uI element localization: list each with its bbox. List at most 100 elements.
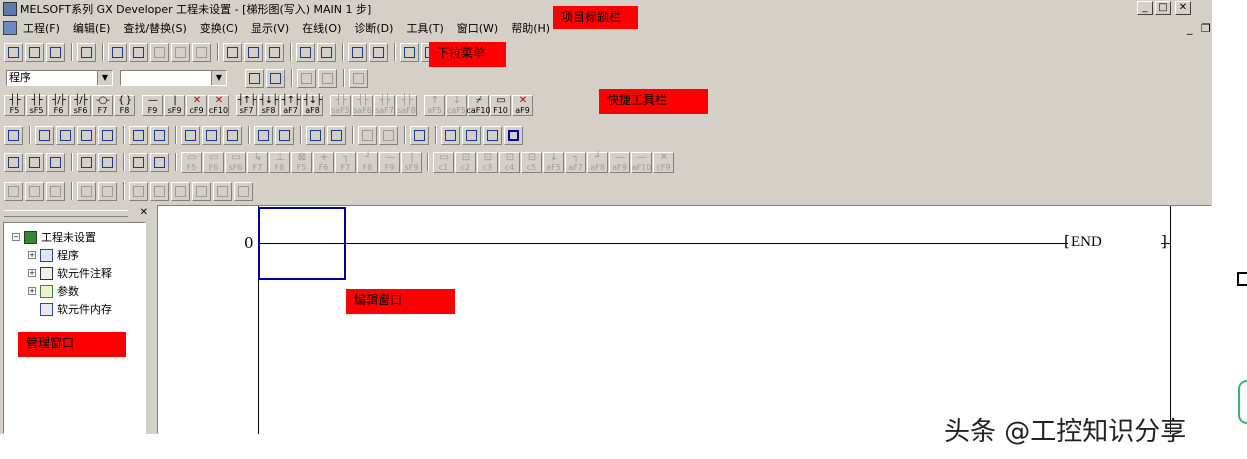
tree-item-device-comment[interactable]: + 软元件注释 <box>28 265 112 281</box>
project-tree-button[interactable] <box>266 68 285 88</box>
fkey-af8[interactable]: ┘ aF8 <box>587 151 608 173</box>
key-saf8[interactable]: ┤├ saF8 <box>396 95 417 116</box>
list-mode-button[interactable] <box>349 68 368 88</box>
device-batch-button[interactable] <box>98 125 117 145</box>
menu-find-replace[interactable]: 查找/替换(S) <box>123 20 186 36</box>
cut-button[interactable] <box>108 42 127 62</box>
fkey-f7b[interactable]: ┐ F7 <box>335 151 356 173</box>
menu-convert[interactable]: 变换(C) <box>200 20 238 36</box>
zoom-in-button[interactable] <box>348 42 367 62</box>
transfer-button[interactable] <box>56 125 75 145</box>
align-right-button[interactable] <box>192 181 211 201</box>
close-pane-icon[interactable]: ✕ <box>140 207 148 218</box>
key-saf7[interactable]: ┤├ saF7 <box>374 95 395 116</box>
find-device-button[interactable] <box>223 42 242 62</box>
key-caf5[interactable]: ↓ caF5 <box>446 95 467 116</box>
fkey-f5b[interactable]: ⊠ F5 <box>291 151 312 173</box>
tree-item-program[interactable]: + 程序 <box>28 247 79 263</box>
key-af5[interactable]: ↑ aF5 <box>424 95 445 116</box>
block-button[interactable] <box>129 152 148 172</box>
comment-button[interactable] <box>4 125 23 145</box>
tree-item-device-memory[interactable]: 软元件内存 <box>40 301 112 317</box>
key-rising-edge[interactable]: ┤↑├ sF7 <box>236 95 257 116</box>
test-button[interactable] <box>306 125 325 145</box>
fkey-c5[interactable]: ⊡ c5 <box>521 151 542 173</box>
timing-button[interactable] <box>327 125 346 145</box>
box-button[interactable] <box>504 125 523 145</box>
chevron-down-icon[interactable]: ▼ <box>211 71 226 85</box>
key-delete-horizontal[interactable]: ✕ cF9 <box>186 95 207 116</box>
device-memory-button[interactable] <box>254 125 273 145</box>
key-caf10[interactable]: ⌿ caF10 <box>466 95 491 116</box>
find-button[interactable] <box>410 125 429 145</box>
print-button[interactable] <box>77 42 96 62</box>
read-plc-button[interactable] <box>317 42 336 62</box>
ladder-editor[interactable]: 0 [ END ] <box>157 205 1212 434</box>
statement-button[interactable] <box>129 125 148 145</box>
write-plc-button[interactable] <box>296 42 315 62</box>
monitor-button[interactable] <box>400 42 419 62</box>
minimize-button[interactable]: _ <box>1137 1 1153 15</box>
trace-button[interactable] <box>77 181 96 201</box>
fkey-af10[interactable]: — aF10 <box>631 151 652 173</box>
key-contact-nc-parallel[interactable]: ┤/├ sF6 <box>70 95 91 116</box>
menu-edit[interactable]: 编辑(E) <box>73 20 111 36</box>
menu-help[interactable]: 帮助(H) <box>511 20 550 36</box>
monitor-stop-button[interactable] <box>202 125 221 145</box>
fkey-f8[interactable]: ⊥ F8 <box>269 151 290 173</box>
delete-row-button[interactable] <box>462 125 481 145</box>
key-application-instruction[interactable]: { } F8 <box>114 95 135 116</box>
redo-button[interactable] <box>192 42 211 62</box>
expand-icon[interactable]: + <box>28 287 36 295</box>
menu-diagnostics[interactable]: 诊断(D) <box>354 20 393 36</box>
key-saf6[interactable]: ┤├ saF6 <box>352 95 373 116</box>
menu-project[interactable]: 工程(F) <box>23 20 60 36</box>
device-search-button[interactable] <box>77 125 96 145</box>
note-button[interactable] <box>150 125 169 145</box>
key-coil[interactable]: -○- F7 <box>92 95 113 116</box>
buffer-button[interactable] <box>129 181 148 201</box>
fkey-af9[interactable]: — aF9 <box>609 151 630 173</box>
fkey-c1[interactable]: ▭ c1 <box>433 151 454 173</box>
step-button[interactable] <box>213 181 232 201</box>
edit-cursor[interactable] <box>258 207 346 280</box>
mdi-restore-button[interactable]: ❐ <box>1201 22 1211 35</box>
window-cascade-button[interactable] <box>379 125 398 145</box>
fkey-f5[interactable]: ▭ F5 <box>181 151 202 173</box>
copy-button[interactable] <box>129 42 148 62</box>
program-type-select[interactable]: 程序 ▼ <box>6 70 113 86</box>
cascade-windows-button[interactable] <box>150 181 169 201</box>
tree-root[interactable]: − 工程未设置 <box>12 229 96 245</box>
fkey-af5[interactable]: ↓ aF5 <box>543 151 564 173</box>
expand-icon[interactable]: + <box>28 251 36 259</box>
key-delete-vertical[interactable]: ✕ cF10 <box>208 95 229 116</box>
key-saf5[interactable]: ┤├ saF5 <box>330 95 351 116</box>
write-toggle-button[interactable] <box>25 152 44 172</box>
key-f10[interactable]: ▭ F10 <box>490 95 511 116</box>
fkey-f6b[interactable]: + F6 <box>313 151 334 173</box>
fkey-sf6[interactable]: ▭ sF6 <box>225 151 246 173</box>
key-vertical-line[interactable]: | sF9 <box>164 95 185 116</box>
collapse-icon[interactable]: − <box>12 233 20 241</box>
save-button[interactable] <box>46 42 65 62</box>
menu-online[interactable]: 在线(O) <box>302 20 341 36</box>
hand-button[interactable] <box>234 181 253 201</box>
fkey-f6[interactable]: ▭ F6 <box>203 151 224 173</box>
sfc-steps-button[interactable] <box>318 68 337 88</box>
fkey-sf9[interactable]: | sF9 <box>401 151 422 173</box>
monitor-start-button[interactable] <box>181 125 200 145</box>
read-mode-button[interactable] <box>4 152 23 172</box>
close-button[interactable]: ✕ <box>1175 1 1191 15</box>
online-write-button[interactable] <box>25 181 44 201</box>
undo-button[interactable] <box>171 42 190 62</box>
window-tile-button[interactable] <box>358 125 377 145</box>
fkey-c2[interactable]: ⊡ c2 <box>455 151 476 173</box>
maximize-button[interactable]: □ <box>1155 1 1171 15</box>
find-step-button[interactable] <box>265 42 284 62</box>
sfc-button[interactable] <box>297 68 316 88</box>
align-left-button[interactable] <box>171 181 190 201</box>
tree-item-parameter[interactable]: + 参数 <box>28 283 79 299</box>
key-falling-edge-parallel[interactable]: ┤↓├ aF8 <box>302 95 323 116</box>
online-verify-button[interactable] <box>46 181 65 201</box>
paste-button[interactable] <box>150 42 169 62</box>
